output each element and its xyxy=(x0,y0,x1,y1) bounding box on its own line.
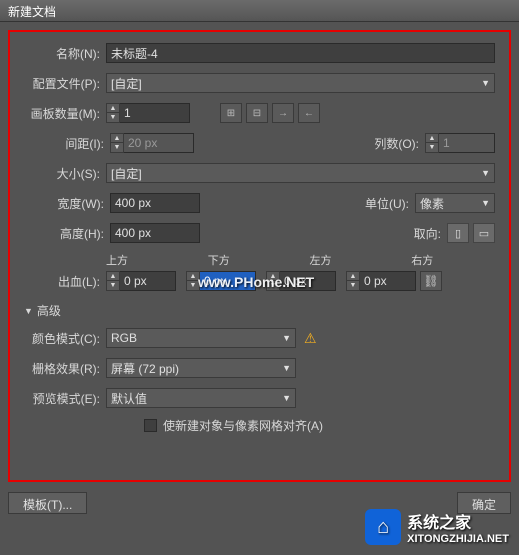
chevron-down-icon: ▼ xyxy=(481,78,490,88)
bleed-left-header: 左方 xyxy=(310,252,394,268)
raster-label: 栅格效果(R): xyxy=(24,360,100,377)
artboard-count-input[interactable] xyxy=(120,103,190,123)
bleed-right-input[interactable] xyxy=(360,271,416,291)
arrange-col-icon[interactable]: ← xyxy=(298,103,320,123)
spinner-down-icon[interactable]: ▼ xyxy=(107,113,119,122)
height-input[interactable] xyxy=(110,223,200,243)
dialog-body: 名称(N): 配置文件(P): [自定] ▼ 画板数量(M): ▲▼ ⊞ ⊟ →… xyxy=(0,22,519,555)
chevron-down-icon: ▼ xyxy=(282,393,291,403)
artboard-count-spinner[interactable]: ▲▼ xyxy=(106,103,190,123)
spinner-up-icon[interactable]: ▲ xyxy=(107,104,119,113)
orient-landscape-button[interactable]: ▭ xyxy=(473,223,495,243)
ok-button[interactable]: 确定 xyxy=(457,492,511,514)
dialog-title: 新建文档 xyxy=(8,5,56,19)
raster-dropdown[interactable]: 屏幕 (72 ppi) ▼ xyxy=(106,358,296,378)
unit-dropdown[interactable]: 像素 ▼ xyxy=(415,193,495,213)
chevron-down-icon: ▼ xyxy=(481,198,490,208)
chevron-down-icon: ▼ xyxy=(282,333,291,343)
bleed-top-header: 上方 xyxy=(106,252,190,268)
bleed-top-spinner[interactable]: ▲▼ xyxy=(106,271,176,291)
profile-value: [自定] xyxy=(111,75,142,92)
width-input[interactable] xyxy=(110,193,200,213)
orient-label: 取向: xyxy=(381,225,441,242)
link-icon: ⛓ xyxy=(423,274,438,288)
highlight-box: 名称(N): 配置文件(P): [自定] ▼ 画板数量(M): ▲▼ ⊞ ⊟ →… xyxy=(8,30,511,482)
align-pixel-grid-label: 使新建对象与像素网格对齐(A) xyxy=(163,417,323,434)
bleed-bottom-spinner[interactable]: ▲▼ xyxy=(186,271,256,291)
profile-dropdown[interactable]: [自定] ▼ xyxy=(106,73,495,93)
advanced-header: 高级 xyxy=(37,302,61,319)
triangle-down-icon: ▼ xyxy=(24,306,33,316)
bleed-left-input[interactable] xyxy=(280,271,336,291)
colormode-dropdown[interactable]: RGB ▼ xyxy=(106,328,296,348)
orient-portrait-button[interactable]: ▯ xyxy=(447,223,469,243)
raster-value: 屏幕 (72 ppi) xyxy=(111,360,179,377)
bleed-right-header: 右方 xyxy=(411,252,495,268)
preview-value: 默认值 xyxy=(111,390,147,407)
unit-value: 像素 xyxy=(420,195,444,212)
template-button[interactable]: 模板(T)... xyxy=(8,492,87,514)
colormode-label: 颜色模式(C): xyxy=(24,330,100,347)
cols-input xyxy=(439,133,495,153)
link-bleed-button[interactable]: ⛓ xyxy=(420,271,442,291)
arrange-row-icon[interactable]: → xyxy=(272,103,294,123)
bleed-top-input[interactable] xyxy=(120,271,176,291)
dialog-titlebar: 新建文档 xyxy=(0,0,519,22)
grid-by-col-icon[interactable]: ⊟ xyxy=(246,103,268,123)
height-label: 高度(H): xyxy=(44,225,104,242)
bleed-bottom-header: 下方 xyxy=(208,252,292,268)
warning-icon: ⚠ xyxy=(304,330,317,347)
align-pixel-grid-checkbox[interactable] xyxy=(144,419,157,432)
name-label: 名称(N): xyxy=(24,45,100,62)
dialog-footer: 模板(T)... 确定 xyxy=(8,482,511,514)
cols-label: 列数(O): xyxy=(359,135,419,152)
colormode-value: RGB xyxy=(111,331,137,345)
name-input[interactable] xyxy=(106,43,495,63)
bleed-bottom-input[interactable] xyxy=(200,271,256,291)
preview-label: 预览模式(E): xyxy=(24,390,100,407)
grid-by-row-icon[interactable]: ⊞ xyxy=(220,103,242,123)
advanced-section-toggle[interactable]: ▼ 高级 xyxy=(24,302,495,319)
width-label: 宽度(W): xyxy=(44,195,104,212)
size-label: 大小(S): xyxy=(24,165,100,182)
cols-spinner: ▲▼ xyxy=(425,133,495,153)
preview-dropdown[interactable]: 默认值 ▼ xyxy=(106,388,296,408)
profile-label: 配置文件(P): xyxy=(24,75,100,92)
spacing-label: 间距(I): xyxy=(44,135,104,152)
spacing-input xyxy=(124,133,194,153)
chevron-down-icon: ▼ xyxy=(481,168,490,178)
size-dropdown[interactable]: [自定] ▼ xyxy=(106,163,495,183)
bleed-right-spinner[interactable]: ▲▼ xyxy=(346,271,416,291)
size-value: [自定] xyxy=(111,165,142,182)
unit-label: 单位(U): xyxy=(349,195,409,212)
chevron-down-icon: ▼ xyxy=(282,363,291,373)
bleed-left-spinner[interactable]: ▲▼ xyxy=(266,271,336,291)
spacing-spinner: ▲▼ xyxy=(110,133,194,153)
bleed-label: 出血(L): xyxy=(24,273,100,290)
artboard-count-label: 画板数量(M): xyxy=(24,105,100,122)
